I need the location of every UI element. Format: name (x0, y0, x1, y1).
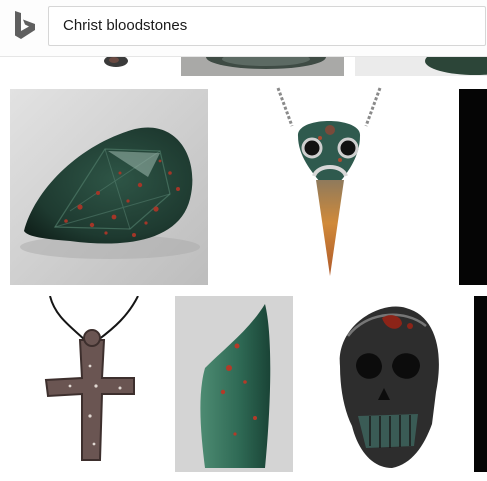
image-result-top-left[interactable] (0, 57, 178, 76)
image-result-black-right-2[interactable] (474, 296, 487, 472)
image-result-cross-pendant[interactable] (10, 296, 165, 474)
search-input[interactable]: Christ bloodstones (48, 6, 486, 46)
search-query-text: Christ bloodstones (63, 17, 188, 34)
image-result-skull-carving[interactable] (306, 296, 464, 474)
search-header: Christ bloodstones (0, 0, 487, 57)
image-result-top-middle[interactable] (181, 57, 344, 76)
image-result-bird-skull-pendant[interactable] (220, 86, 450, 286)
image-result-black-right[interactable] (459, 89, 487, 285)
image-result-pear-gem[interactable] (10, 89, 208, 285)
bing-logo-icon[interactable] (13, 10, 37, 40)
image-result-horn-cabochon[interactable] (175, 296, 293, 472)
image-result-top-right[interactable] (355, 57, 487, 76)
